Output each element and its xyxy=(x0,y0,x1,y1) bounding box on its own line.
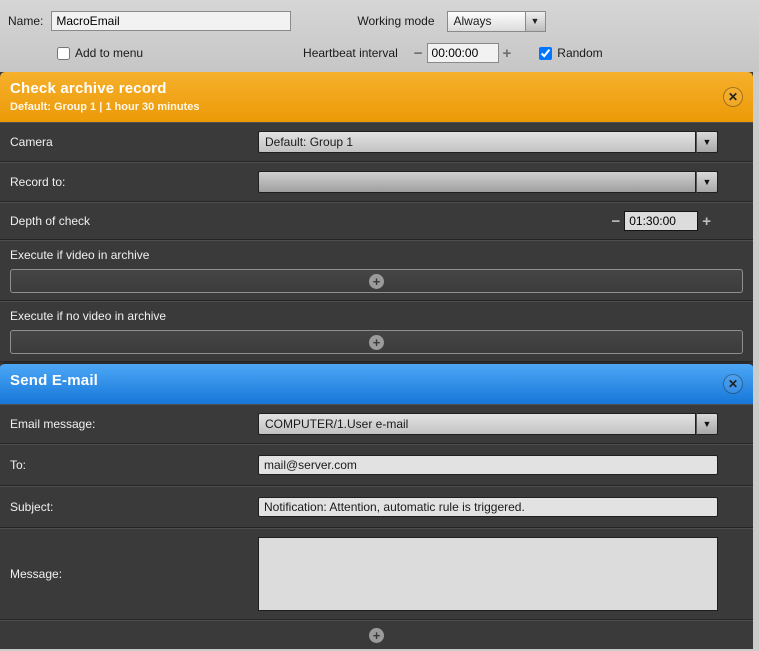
email-message-value: COMPUTER/1.User e-mail xyxy=(258,413,696,435)
toolbar-row-1: Name: Working mode Always ▼ xyxy=(0,8,759,34)
record-to-select[interactable]: ▼ xyxy=(258,171,718,193)
depth-of-check-stepper: − + xyxy=(607,211,715,231)
random-checkbox[interactable] xyxy=(539,47,552,60)
execute-if-video-label: Execute if video in archive xyxy=(10,248,753,262)
plus-circle-icon: + xyxy=(369,274,384,289)
working-mode-label: Working mode xyxy=(357,14,434,28)
add-action-footer: + xyxy=(0,620,753,650)
close-icon[interactable]: ✕ xyxy=(723,374,743,394)
check-archive-subtitle: Default: Group 1 | 1 hour 30 minutes xyxy=(10,101,741,113)
toolbar-row-2: Add to menu Heartbeat interval − + Rando… xyxy=(0,40,759,66)
working-mode-value: Always xyxy=(447,11,525,32)
name-label: Name: xyxy=(8,14,43,28)
camera-row: Camera Default: Group 1 ▼ xyxy=(0,122,753,162)
heartbeat-interval-input[interactable] xyxy=(427,43,499,63)
heartbeat-increment-button[interactable]: + xyxy=(499,45,516,62)
depth-of-check-row: Depth of check − + xyxy=(0,202,753,240)
name-input[interactable] xyxy=(51,11,291,31)
add-action-button[interactable]: + xyxy=(369,628,384,643)
execute-if-video-block: Execute if video in archive + xyxy=(0,240,753,301)
heartbeat-decrement-button[interactable]: − xyxy=(410,45,427,62)
message-textarea[interactable] xyxy=(258,537,718,611)
to-row: To: xyxy=(0,444,753,486)
to-label: To: xyxy=(10,458,258,472)
email-message-label: Email message: xyxy=(10,417,258,431)
chevron-down-icon[interactable]: ▼ xyxy=(696,131,718,153)
subject-label: Subject: xyxy=(10,500,258,514)
add-action-if-no-video-button[interactable]: + xyxy=(10,330,743,354)
depth-increment-button[interactable]: + xyxy=(698,213,715,230)
add-to-menu-checkbox[interactable] xyxy=(57,47,70,60)
message-row: Message: xyxy=(0,528,753,620)
send-email-header: Send E-mail ✕ xyxy=(0,362,753,404)
working-mode-select[interactable]: Always ▼ xyxy=(447,11,546,32)
chevron-down-icon[interactable]: ▼ xyxy=(696,413,718,435)
add-to-menu-label: Add to menu xyxy=(75,46,143,60)
depth-decrement-button[interactable]: − xyxy=(607,213,624,230)
chevron-down-icon[interactable]: ▼ xyxy=(696,171,718,193)
depth-of-check-input[interactable] xyxy=(624,211,698,231)
chevron-down-icon[interactable]: ▼ xyxy=(525,11,546,32)
record-to-value xyxy=(258,171,696,193)
send-email-title: Send E-mail xyxy=(10,372,741,389)
macro-settings-toolbar: Name: Working mode Always ▼ Add to menu … xyxy=(0,0,759,72)
camera-label: Camera xyxy=(10,135,258,149)
add-action-if-video-button[interactable]: + xyxy=(10,269,743,293)
record-to-label: Record to: xyxy=(10,175,258,189)
heartbeat-interval-label: Heartbeat interval xyxy=(303,46,398,60)
to-input[interactable] xyxy=(258,455,718,475)
camera-select[interactable]: Default: Group 1 ▼ xyxy=(258,131,718,153)
execute-if-no-video-label: Execute if no video in archive xyxy=(10,309,753,323)
execute-if-no-video-block: Execute if no video in archive + xyxy=(0,301,753,362)
message-label: Message: xyxy=(10,567,258,581)
plus-circle-icon: + xyxy=(369,335,384,350)
macro-actions-panel: Check archive record Default: Group 1 | … xyxy=(0,72,753,649)
close-icon[interactable]: ✕ xyxy=(723,87,743,107)
record-to-row: Record to: ▼ xyxy=(0,162,753,202)
email-message-select[interactable]: COMPUTER/1.User e-mail ▼ xyxy=(258,413,718,435)
depth-of-check-label: Depth of check xyxy=(10,214,258,228)
camera-value: Default: Group 1 xyxy=(258,131,696,153)
check-archive-title: Check archive record xyxy=(10,80,741,97)
email-message-row: Email message: COMPUTER/1.User e-mail ▼ xyxy=(0,404,753,444)
subject-row: Subject: xyxy=(0,486,753,528)
subject-input[interactable] xyxy=(258,497,718,517)
random-label: Random xyxy=(557,46,602,60)
check-archive-header: Check archive record Default: Group 1 | … xyxy=(0,72,753,122)
